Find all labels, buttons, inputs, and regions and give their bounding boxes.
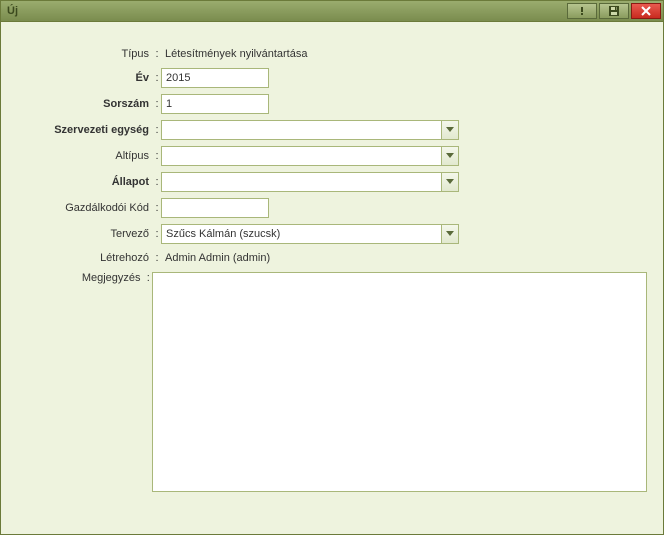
close-icon [641,6,651,16]
row-gazdalkodoi-kod: Gazdálkodói Kód : [17,198,647,218]
value-letrehozo: Admin Admin (admin) [161,250,647,266]
label-tipus: Típus [17,48,153,60]
row-tervezo: Tervező : [17,224,647,244]
label-tervezo: Tervező [17,228,153,240]
row-megjegyzes: Megjegyzés : [17,272,647,492]
row-allapot: Állapot : [17,172,647,192]
combo-trigger-allapot[interactable] [441,172,459,192]
combo-trigger-tervezo[interactable] [441,224,459,244]
label-szervezeti-egyseg: Szervezeti egység [17,124,153,136]
input-ev[interactable] [161,68,269,88]
combo-input-tervezo[interactable] [161,224,441,244]
combo-trigger-altipus[interactable] [441,146,459,166]
combo-szervezeti-egyseg[interactable] [161,120,459,140]
window-title: Új [7,5,567,17]
combo-input-altipus[interactable] [161,146,441,166]
combo-altipus[interactable] [161,146,459,166]
label-gazdalkodoi-kod: Gazdálkodói Kód [17,202,153,214]
form-body: Típus : Létesítmények nyilvántartása Év … [1,22,663,534]
label-ev: Év [17,72,153,84]
save-button[interactable] [599,3,629,19]
row-altipus: Altípus : [17,146,647,166]
dialog-window: Új [0,0,664,535]
label-sorszam: Sorszám [17,98,153,110]
exclamation-icon [577,6,587,16]
combo-input-allapot[interactable] [161,172,441,192]
input-sorszam[interactable] [161,94,269,114]
close-button[interactable] [631,3,661,19]
row-tipus: Típus : Létesítmények nyilvántartása [17,46,647,62]
chevron-down-icon [446,153,454,159]
chevron-down-icon [446,231,454,237]
floppy-icon [608,5,620,17]
label-allapot: Állapot [17,176,153,188]
textarea-megjegyzes[interactable] [152,272,647,492]
value-tipus: Létesítmények nyilvántartása [161,46,647,62]
titlebar-buttons [567,3,661,19]
combo-trigger-szervezeti-egyseg[interactable] [441,120,459,140]
alert-button[interactable] [567,3,597,19]
chevron-down-icon [446,179,454,185]
row-sorszam: Sorszám : [17,94,647,114]
combo-allapot[interactable] [161,172,459,192]
row-letrehozo: Létrehozó : Admin Admin (admin) [17,250,647,266]
row-ev: Év : [17,68,647,88]
input-gazdalkodoi-kod[interactable] [161,198,269,218]
row-szervezeti-egyseg: Szervezeti egység : [17,120,647,140]
label-altipus: Altípus [17,150,153,162]
chevron-down-icon [446,127,454,133]
combo-input-szervezeti-egyseg[interactable] [161,120,441,140]
label-letrehozo: Létrehozó [17,252,153,264]
combo-tervezo[interactable] [161,224,459,244]
titlebar: Új [1,1,663,22]
label-megjegyzes: Megjegyzés [17,272,145,284]
